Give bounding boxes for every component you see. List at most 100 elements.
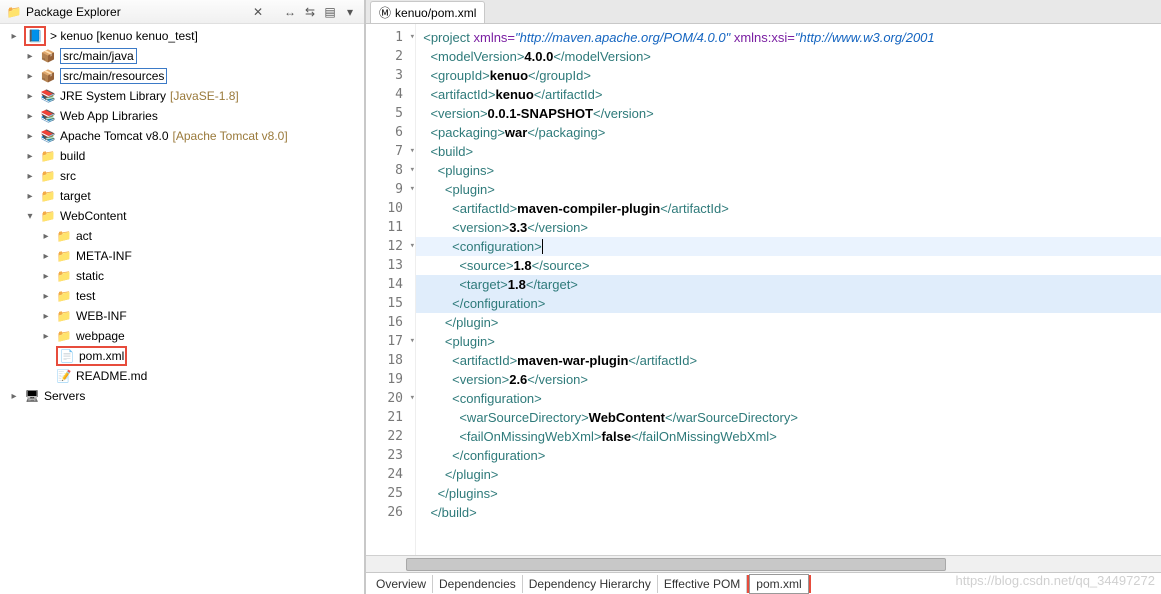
code-line[interactable]: <groupId>kenuo</groupId> xyxy=(416,66,1161,85)
caret-icon[interactable]: ▸ xyxy=(24,151,36,162)
code-line[interactable]: <version>0.0.1-SNAPSHOT</version> xyxy=(416,104,1161,123)
tree-item[interactable]: ▸📁act xyxy=(6,226,364,246)
bottom-tab-dependencies[interactable]: Dependencies xyxy=(433,575,523,593)
caret-icon[interactable]: ▸ xyxy=(24,171,36,182)
caret-icon[interactable]: ▸ xyxy=(24,91,36,102)
line-number[interactable]: 26 xyxy=(366,503,415,522)
caret-icon[interactable]: ▸ xyxy=(40,291,52,302)
tree-item[interactable]: ▸📘> kenuo [kenuo kenuo_test] xyxy=(6,26,364,46)
tree-item[interactable]: ▸📁target xyxy=(6,186,364,206)
line-number[interactable]: 13 xyxy=(366,256,415,275)
tree-item[interactable]: ▸📚Apache Tomcat v8.0 [Apache Tomcat v8.0… xyxy=(6,126,364,146)
close-icon[interactable]: ✕ xyxy=(250,4,266,20)
caret-icon[interactable]: ▸ xyxy=(24,111,36,122)
code-line[interactable]: <artifactId>maven-compiler-plugin</artif… xyxy=(416,199,1161,218)
tree-item[interactable]: ▸📦src/main/java xyxy=(6,46,364,66)
editor-tab-pom[interactable]: Ⓜ kenuo/pom.xml xyxy=(370,1,485,23)
tree-item[interactable]: ▸📁build xyxy=(6,146,364,166)
line-number[interactable]: 16 xyxy=(366,313,415,332)
caret-icon[interactable]: ▸ xyxy=(24,51,36,62)
code-line[interactable]: <warSourceDirectory>WebContent</warSourc… xyxy=(416,408,1161,427)
code-line[interactable]: <artifactId>kenuo</artifactId> xyxy=(416,85,1161,104)
tree-item[interactable]: ▸📁test xyxy=(6,286,364,306)
line-number[interactable]: 17 xyxy=(366,332,415,351)
project-tree[interactable]: ▸📘> kenuo [kenuo kenuo_test]▸📦src/main/j… xyxy=(0,24,364,594)
line-number-gutter[interactable]: 1234567891011121314151617181920212223242… xyxy=(366,24,416,555)
code-line[interactable]: <version>2.6</version> xyxy=(416,370,1161,389)
view-menu-icon[interactable]: ▤ xyxy=(322,4,338,20)
code-line[interactable]: <configuration> xyxy=(416,389,1161,408)
code-line[interactable]: <source>1.8</source> xyxy=(416,256,1161,275)
line-number[interactable]: 11 xyxy=(366,218,415,237)
tree-item[interactable]: ▾📁WebContent xyxy=(6,206,364,226)
line-number[interactable]: 7 xyxy=(366,142,415,161)
tree-item[interactable]: ▸📁static xyxy=(6,266,364,286)
tree-item[interactable]: ▸📁META-INF xyxy=(6,246,364,266)
code-line[interactable]: <project xmlns="http://maven.apache.org/… xyxy=(416,28,1161,47)
caret-icon[interactable]: ▾ xyxy=(24,211,36,222)
line-number[interactable]: 3 xyxy=(366,66,415,85)
line-number[interactable]: 25 xyxy=(366,484,415,503)
line-number[interactable]: 9 xyxy=(366,180,415,199)
link-editor-icon[interactable]: ↔ xyxy=(282,4,298,20)
line-number[interactable]: 12 xyxy=(366,237,415,256)
code-line[interactable]: <configuration> xyxy=(416,237,1161,256)
tree-item[interactable]: ▸📚JRE System Library [JavaSE-1.8] xyxy=(6,86,364,106)
caret-icon[interactable]: ▸ xyxy=(40,251,52,262)
caret-icon[interactable]: ▸ xyxy=(24,131,36,142)
line-number[interactable]: 20 xyxy=(366,389,415,408)
line-number[interactable]: 1 xyxy=(366,28,415,47)
line-number[interactable]: 5 xyxy=(366,104,415,123)
code-line[interactable]: <version>3.3</version> xyxy=(416,218,1161,237)
bottom-tab-pom.xml[interactable]: pom.xml xyxy=(749,574,808,594)
horizontal-scrollbar[interactable] xyxy=(366,555,1161,572)
line-number[interactable]: 4 xyxy=(366,85,415,104)
line-number[interactable]: 21 xyxy=(366,408,415,427)
tree-item[interactable]: ▸📁webpage xyxy=(6,326,364,346)
line-number[interactable]: 10 xyxy=(366,199,415,218)
caret-icon[interactable]: ▸ xyxy=(24,71,36,82)
code-line[interactable]: </build> xyxy=(416,503,1161,522)
code-line[interactable]: <packaging>war</packaging> xyxy=(416,123,1161,142)
line-number[interactable]: 23 xyxy=(366,446,415,465)
caret-icon[interactable]: ▸ xyxy=(40,311,52,322)
caret-icon[interactable]: ▸ xyxy=(40,331,52,342)
code-line[interactable]: <failOnMissingWebXml>false</failOnMissin… xyxy=(416,427,1161,446)
code-line[interactable]: </configuration> xyxy=(416,294,1161,313)
line-number[interactable]: 14 xyxy=(366,275,415,294)
code-line[interactable]: </configuration> xyxy=(416,446,1161,465)
bottom-tab-dependency-hierarchy[interactable]: Dependency Hierarchy xyxy=(523,575,658,593)
tree-item[interactable]: 📄pom.xml xyxy=(6,346,364,366)
tree-item[interactable]: ▸📁src xyxy=(6,166,364,186)
caret-icon[interactable]: ▸ xyxy=(40,231,52,242)
min-icon[interactable]: ▾ xyxy=(342,4,358,20)
tree-item[interactable]: 📝README.md xyxy=(6,366,364,386)
scrollbar-thumb[interactable] xyxy=(406,558,946,571)
code-line[interactable]: <artifactId>maven-war-plugin</artifactId… xyxy=(416,351,1161,370)
line-number[interactable]: 24 xyxy=(366,465,415,484)
code-line[interactable]: </plugins> xyxy=(416,484,1161,503)
tree-item[interactable]: ▸📁WEB-INF xyxy=(6,306,364,326)
line-number[interactable]: 6 xyxy=(366,123,415,142)
line-number[interactable]: 15 xyxy=(366,294,415,313)
caret-icon[interactable]: ▸ xyxy=(40,271,52,282)
tree-item[interactable]: ▸🖥Servers xyxy=(6,386,364,406)
code-line[interactable]: <plugins> xyxy=(416,161,1161,180)
line-number[interactable]: 18 xyxy=(366,351,415,370)
code-line[interactable]: </plugin> xyxy=(416,465,1161,484)
code-line[interactable]: <modelVersion>4.0.0</modelVersion> xyxy=(416,47,1161,66)
line-number[interactable]: 2 xyxy=(366,47,415,66)
caret-icon[interactable]: ▸ xyxy=(8,391,20,402)
line-number[interactable]: 8 xyxy=(366,161,415,180)
bottom-tab-overview[interactable]: Overview xyxy=(370,575,433,593)
tree-item[interactable]: ▸📦src/main/resources xyxy=(6,66,364,86)
line-number[interactable]: 22 xyxy=(366,427,415,446)
collapse-all-icon[interactable]: ⇆ xyxy=(302,4,318,20)
bottom-tab-effective-pom[interactable]: Effective POM xyxy=(658,575,747,593)
code-line[interactable]: <build> xyxy=(416,142,1161,161)
code-area[interactable]: <project xmlns="http://maven.apache.org/… xyxy=(416,24,1161,555)
line-number[interactable]: 19 xyxy=(366,370,415,389)
code-line[interactable]: <target>1.8</target> xyxy=(416,275,1161,294)
code-line[interactable]: <plugin> xyxy=(416,332,1161,351)
caret-icon[interactable]: ▸ xyxy=(24,191,36,202)
